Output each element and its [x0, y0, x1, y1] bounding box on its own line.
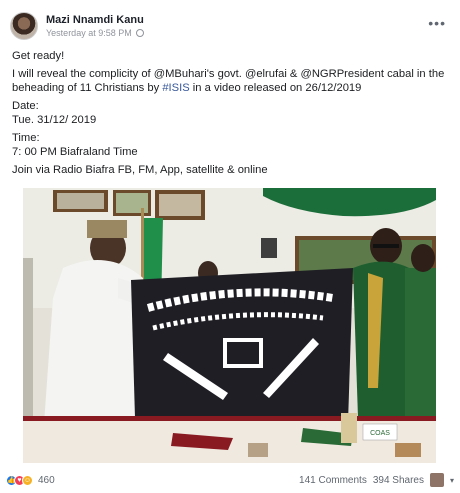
author-name[interactable]: Mazi Nnamdi Kanu: [46, 13, 144, 27]
post-header: Mazi Nnamdi Kanu Yesterday at 9:58 PM ••…: [10, 10, 450, 42]
post-photo[interactable]: COAS: [23, 188, 436, 463]
chevron-down-icon[interactable]: ▾: [450, 476, 454, 485]
date-label: Date:: [12, 100, 39, 112]
timestamp-row: Yesterday at 9:58 PM: [46, 27, 144, 39]
time-value: 7: 00 PM Biafraland Time: [12, 146, 138, 158]
reaction-count[interactable]: 460: [38, 475, 55, 486]
engagement-stats: 141 Comments 394 Shares ▾: [293, 473, 454, 487]
post-timestamp[interactable]: Yesterday at 9:58 PM: [46, 27, 132, 39]
hashtag-link[interactable]: #ISIS: [162, 82, 189, 94]
author-avatar[interactable]: [10, 12, 38, 40]
viewer-avatar[interactable]: [429, 473, 444, 487]
join-info: Join via Radio Biafra FB, FM, App, satel…: [12, 164, 268, 176]
comments-count[interactable]: 141 Comments: [299, 475, 367, 486]
text-line: Get ready!: [12, 50, 65, 62]
time-label: Time:: [12, 132, 40, 144]
shares-count[interactable]: 394 Shares: [373, 475, 424, 486]
reactions[interactable]: 👍 ♥ ☺ 460: [6, 474, 55, 486]
post-text: Get ready! I will reveal the complicity …: [12, 49, 450, 177]
coas-label: COAS: [370, 430, 390, 437]
photo-illustration: COAS: [23, 188, 436, 463]
facebook-post: Mazi Nnamdi Kanu Yesterday at 9:58 PM ••…: [0, 0, 460, 493]
more-options-button[interactable]: •••: [428, 16, 446, 30]
globe-icon: [135, 29, 144, 37]
date-value: Tue. 31/12/ 2019: [12, 114, 97, 126]
post-footer: 👍 ♥ ☺ 460 141 Comments 394 Shares ▾: [6, 472, 454, 488]
post-meta: Mazi Nnamdi Kanu Yesterday at 9:58 PM: [46, 13, 144, 39]
haha-icon: ☺: [22, 474, 33, 486]
text-paragraph: I will reveal the complicity of @MBuhari…: [12, 68, 445, 94]
